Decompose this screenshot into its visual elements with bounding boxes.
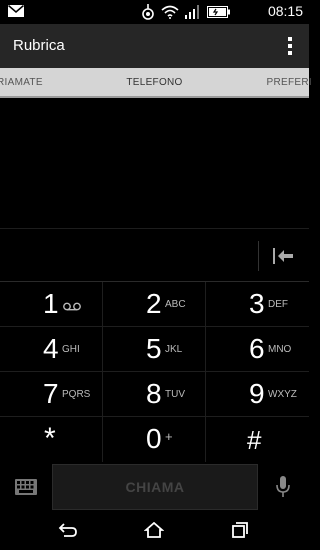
- number-input-row[interactable]: [0, 228, 309, 282]
- status-bar: 08:15: [0, 0, 309, 24]
- status-icons: [141, 4, 231, 20]
- key-9[interactable]: 9 WXYZ: [206, 372, 309, 417]
- key-3[interactable]: 3 DEF: [206, 282, 309, 327]
- battery-icon: [207, 6, 230, 18]
- key-digit: 4: [43, 333, 59, 364]
- key-digit: #: [247, 425, 262, 455]
- key-1[interactable]: 1: [0, 282, 103, 327]
- key-digit: 0: [146, 423, 162, 454]
- app-bar: Rubrica: [0, 24, 309, 68]
- key-digit: 2: [146, 288, 162, 319]
- key-letters: PQRS: [62, 389, 91, 400]
- signal-icon: [185, 5, 199, 19]
- key-letters: WXYZ: [268, 389, 297, 400]
- key-0[interactable]: 0 +: [103, 417, 206, 462]
- key-5[interactable]: 5 JKL: [103, 327, 206, 372]
- key-letters: JKL: [165, 344, 183, 355]
- key-letters: GHI: [62, 344, 80, 355]
- key-digit: 7: [43, 378, 59, 409]
- key-letters: TUV: [165, 389, 185, 400]
- tab-bar: RIAMATE TELEFONO PREFERI: [0, 68, 312, 98]
- dialer-actions: CHIAMA: [0, 464, 309, 510]
- key-digit: 5: [146, 333, 162, 364]
- key-letters: MNO: [268, 344, 292, 355]
- overflow-menu-icon[interactable]: [287, 36, 293, 56]
- home-icon[interactable]: [144, 522, 164, 538]
- key-2[interactable]: 2 ABC: [103, 282, 206, 327]
- dial-keypad: 1 2 ABC 3 DEF 4 GHI 5 JKL 6 MNO 7 PQRS 8…: [0, 282, 309, 464]
- key-4[interactable]: 4 GHI: [0, 327, 103, 372]
- key-digit: 9: [249, 378, 265, 409]
- call-button[interactable]: CHIAMA: [52, 464, 258, 510]
- keyboard-toggle-button[interactable]: [0, 464, 52, 510]
- recent-apps-icon[interactable]: [230, 522, 250, 538]
- tab-favorites[interactable]: PREFERI: [267, 77, 312, 88]
- microphone-icon: [276, 476, 290, 497]
- contact-match-area: [0, 98, 309, 228]
- clock: 08:15: [267, 3, 303, 19]
- voice-dial-button[interactable]: [258, 464, 309, 510]
- key-digit: *: [44, 422, 56, 455]
- separator: [258, 241, 259, 271]
- key-6[interactable]: 6 MNO: [206, 327, 309, 372]
- keyboard-icon: [15, 479, 37, 495]
- navigation-bar: [0, 510, 309, 550]
- call-button-label: CHIAMA: [125, 479, 185, 495]
- key-7[interactable]: 7 PQRS: [0, 372, 103, 417]
- key-letters: ABC: [165, 299, 186, 310]
- key-star[interactable]: *: [0, 417, 103, 462]
- backspace-icon[interactable]: [272, 247, 294, 265]
- key-letters: +: [165, 429, 173, 444]
- tab-phone[interactable]: TELEFONO: [0, 77, 309, 88]
- key-hash[interactable]: #: [206, 417, 309, 462]
- app-title: Rubrica: [13, 37, 65, 54]
- key-letters: DEF: [268, 299, 288, 310]
- voicemail-icon: [63, 302, 81, 311]
- key-digit: 8: [146, 378, 162, 409]
- key-digit: 1: [43, 288, 59, 319]
- wifi-icon: [161, 5, 179, 19]
- key-8[interactable]: 8 TUV: [103, 372, 206, 417]
- mail-icon: [8, 5, 24, 17]
- back-icon[interactable]: [58, 522, 78, 538]
- key-digit: 6: [249, 333, 265, 364]
- nfc-icon: [142, 4, 154, 20]
- key-digit: 3: [249, 288, 265, 319]
